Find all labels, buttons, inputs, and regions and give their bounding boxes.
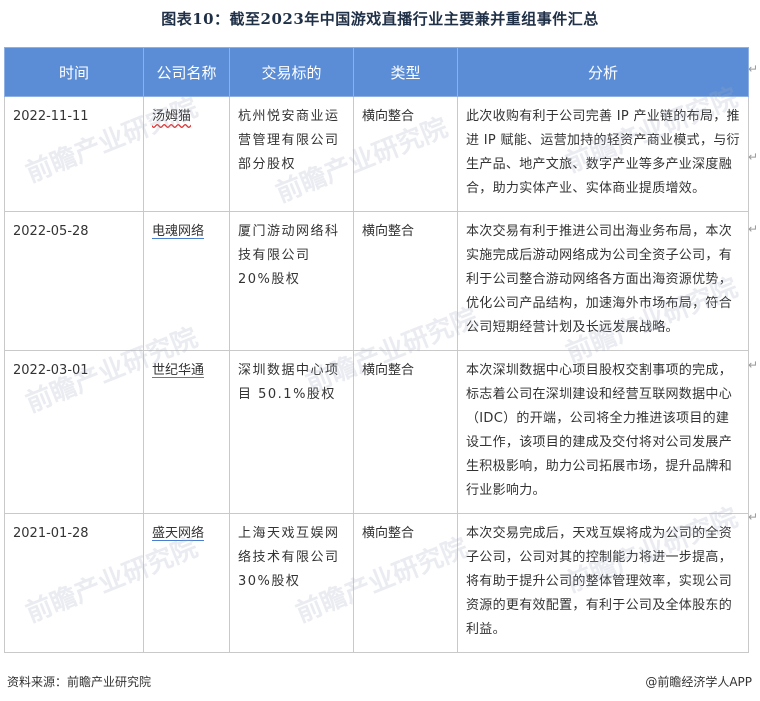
cell-analysis: 本次深圳数据中心项目股权交割事项的完成，标志着公司在深圳建设和经营互联网数据中心…: [457, 350, 749, 514]
cell-analysis: 本次交易完成后，天戏互娱将成为公司的全资子公司，公司对其的控制能力将进一步提高，…: [457, 513, 749, 653]
cell-target: 厦门游动网络科技有限公司 20%股权: [229, 211, 354, 351]
cell-type: 横向整合: [353, 96, 458, 212]
return-mark-icon: ↵: [747, 222, 758, 236]
cell-company: 盛天网络: [152, 526, 205, 541]
header-target: 交易标的: [229, 47, 354, 97]
cell-type: 横向整合: [353, 350, 458, 514]
cell-company: 汤姆猫: [152, 109, 192, 124]
cell-target: 上海天戏互娱网络技术有限公司 30%股权: [229, 513, 354, 653]
return-mark-icon: ↵: [747, 150, 758, 164]
header-company: 公司名称: [143, 47, 230, 97]
table-row: 2022-03-01 世纪华通 深圳数据中心项目 50.1%股权 横向整合 本次…: [4, 350, 749, 514]
cell-company: 世纪华通: [152, 363, 205, 378]
cell-analysis: 此次收购有利于公司完善 IP 产业链的布局，推进 IP 赋能、运营加持的轻资产商…: [457, 96, 749, 212]
table-row: 2021-01-28 盛天网络 上海天戏互娱网络技术有限公司 30%股权 横向整…: [4, 513, 749, 653]
cell-date: 2021-01-28: [4, 513, 144, 653]
cell-target: 杭州悦安商业运营管理有限公司部分股权: [229, 96, 354, 212]
brand-credit: @前瞻经济学人APP: [645, 675, 752, 689]
cell-type: 横向整合: [353, 513, 458, 653]
events-table: 时间 公司名称 交易标的 类型 分析 2022-11-11 汤姆猫 杭州悦安商业…: [4, 47, 749, 653]
cell-date: 2022-11-11: [4, 96, 144, 212]
return-mark-icon: ↵: [747, 510, 758, 524]
return-mark-icon: ↵: [747, 358, 758, 372]
return-mark-icon: ↵: [747, 62, 758, 76]
cell-type: 横向整合: [353, 211, 458, 351]
header-time: 时间: [4, 47, 144, 97]
cell-target: 深圳数据中心项目 50.1%股权: [229, 350, 354, 514]
header-type: 类型: [353, 47, 458, 97]
table-header-row: 时间 公司名称 交易标的 类型 分析: [4, 47, 749, 97]
cell-analysis: 本次交易有利于推进公司出海业务布局，本次实施完成后游动网络成为公司全资子公司，有…: [457, 211, 749, 351]
cell-date: 2022-05-28: [4, 211, 144, 351]
figure-title: 图表10：截至2023年中国游戏直播行业主要兼并重组事件汇总: [161, 10, 599, 28]
cell-date: 2022-03-01: [4, 350, 144, 514]
table-row: 2022-05-28 电魂网络 厦门游动网络科技有限公司 20%股权 横向整合 …: [4, 211, 749, 351]
cell-company: 电魂网络: [152, 224, 205, 239]
source-note: 资料来源：前瞻产业研究院: [7, 675, 152, 689]
table-row: 2022-11-11 汤姆猫 杭州悦安商业运营管理有限公司部分股权 横向整合 此…: [4, 96, 749, 212]
header-analysis: 分析: [457, 47, 749, 97]
